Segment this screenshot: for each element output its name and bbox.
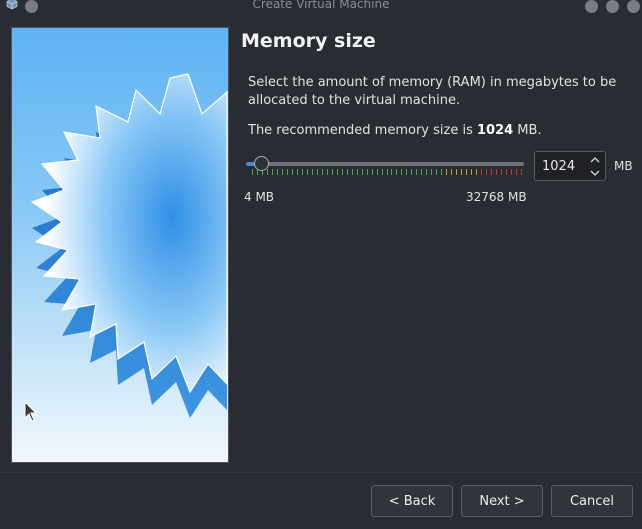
mouse-pointer-icon (24, 401, 38, 422)
recommend-prefix: The recommended memory size is (248, 123, 477, 138)
slider-track[interactable] (250, 162, 524, 166)
minimize-button[interactable] (585, 0, 598, 13)
button-divider (0, 472, 642, 473)
create-vm-window: Create Virtual Machine Memory size Selec (0, 0, 642, 529)
slider-handle[interactable] (254, 156, 269, 171)
memory-spinbox[interactable]: 1024 (534, 151, 606, 181)
recommended-memory-value: 1024 (476, 123, 514, 138)
wizard-side-image (11, 27, 229, 463)
page-title: Memory size (241, 30, 376, 52)
memory-spinbox-value[interactable]: 1024 (542, 159, 575, 174)
starburst-illustration (30, 73, 228, 418)
chevron-up-icon[interactable] (589, 155, 601, 166)
recommended-memory-text: The recommended memory size is 1024 MB. (248, 123, 542, 138)
memory-slider[interactable] (244, 154, 526, 180)
cancel-button[interactable]: Cancel (551, 485, 633, 517)
chevron-down-icon[interactable] (589, 167, 601, 178)
recommend-suffix: MB. (513, 123, 542, 138)
back-button[interactable]: < Back (371, 485, 453, 517)
slider-max-label: 32768 MB (466, 190, 527, 204)
window-title: Create Virtual Machine (252, 0, 390, 11)
close-window-button[interactable] (627, 0, 640, 13)
slider-ticks (252, 169, 522, 175)
slider-min-label: 4 MB (244, 190, 275, 204)
memory-description: Select the amount of memory (RAM) in meg… (248, 75, 617, 108)
title-bar: Create Virtual Machine (0, 0, 642, 14)
maximize-button[interactable] (606, 0, 619, 13)
memory-unit-label: MB (614, 159, 633, 173)
next-button[interactable]: Next > (461, 485, 543, 517)
